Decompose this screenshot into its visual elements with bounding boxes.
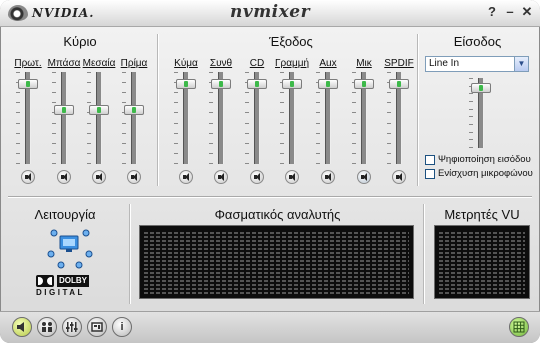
dolby-digital-logo: DOLBY DIGITAL [36,275,100,299]
mute-speaker-icon[interactable] [92,170,106,184]
mute-speaker-icon[interactable] [214,170,228,184]
main-section-title: Κύριο [63,34,97,49]
speaker-setup-button[interactable] [37,317,57,337]
mute-speaker-icon[interactable] [392,170,406,184]
checkbox-box[interactable] [425,154,435,165]
channel-label: Μεσαία [82,58,116,69]
info-icon: i [120,321,124,333]
analyzer-section-title: Φασματικός αναλυτής [214,207,341,222]
presets-button[interactable] [87,317,107,337]
mute-speaker-icon[interactable] [127,170,141,184]
mute-speaker-icon[interactable] [179,170,193,184]
output-section-title: Έξοδος [269,34,313,49]
help-button[interactable]: ? [484,4,500,20]
input-section-title: Είσοδος [453,34,502,49]
mute-speaker-icon[interactable] [285,170,299,184]
mic-boost-label: Ενίσχυση μικροφώνου [438,168,533,179]
dolby-digital-word: DIGITAL [36,288,85,297]
slider-ticks [52,72,57,164]
presets-icon [91,322,103,332]
slider-ticks [122,72,127,164]
input-level-thumb[interactable] [471,83,491,93]
mic-boost-checkbox[interactable]: Ενίσχυση μικροφώνου [425,168,533,180]
channel-label: Συνθ [209,58,233,69]
minimize-button[interactable]: – [502,4,518,20]
mute-speaker-icon[interactable] [357,170,371,184]
channel-label: Κύμα [174,58,198,69]
input-source-select[interactable]: Line In ▼ [425,56,529,72]
slider-thumb[interactable] [89,105,109,115]
slider-thumb[interactable] [318,79,338,89]
section-divider [424,204,425,304]
mute-speaker-icon[interactable] [321,170,335,184]
app-title: nvmixer [229,2,311,22]
mode-section-title: Λειτουργία [34,207,96,222]
horizontal-divider [8,196,532,197]
slider-ticks [87,72,92,164]
slider-track[interactable] [96,72,102,164]
slider-thumb[interactable] [211,79,231,89]
spectrum-analyzer-display [139,225,414,299]
equalizer-icon [66,322,78,332]
slider-track[interactable] [61,72,67,164]
vu-meter-display [434,225,530,299]
slider-thumb[interactable] [176,79,196,89]
nvmixer-window: NVIDIA. nvmixer ? – ✕ Κύριο Πρωτ. Μπάσα Με… [0,0,540,343]
close-button[interactable]: ✕ [519,4,535,20]
slider-thumb[interactable] [124,105,144,115]
channel-label: CD [249,58,265,69]
input-source-value: Line In [429,58,460,69]
slider-thumb[interactable] [389,79,409,89]
people-icon [42,322,52,332]
mute-speaker-icon[interactable] [21,170,35,184]
section-divider [158,34,159,186]
speaker-icon [17,322,24,332]
digitize-input-checkbox[interactable]: Ψηφιοποίηση εισόδου [425,154,531,166]
mute-speaker-icon[interactable] [57,170,71,184]
channel-label: Μπάσα [47,58,81,69]
slider-thumb[interactable] [282,79,302,89]
bottom-toolbar: i [0,311,540,343]
section-divider [418,34,419,186]
channel-label: SPDIF [384,58,414,69]
slider-thumb[interactable] [54,105,74,115]
slider-track[interactable] [131,72,137,164]
info-button[interactable]: i [112,317,132,337]
checkbox-box[interactable] [425,168,435,179]
mute-speaker-icon[interactable] [250,170,264,184]
section-divider [130,204,131,304]
mixer-view-button[interactable] [12,317,32,337]
channel-label: Aux [319,58,337,69]
vu-bars [439,230,525,294]
chevron-down-icon[interactable]: ▼ [514,57,528,71]
slider-thumb[interactable] [354,79,374,89]
dolby-word: DOLBY [57,275,89,287]
title-bar[interactable]: NVIDIA. nvmixer ? – ✕ [0,0,540,27]
vu-section-title: Μετρητές VU [444,207,520,222]
dolby-double-d-icon [36,275,54,287]
grid-icon [513,321,525,333]
grid-view-button[interactable] [509,317,529,337]
slider-thumb[interactable] [247,79,267,89]
spectrum-bars [144,230,409,294]
channel-label: Πρωτ. [14,58,42,69]
digitize-input-label: Ψηφιοποίηση εισόδου [438,154,531,165]
slider-thumb[interactable] [18,79,38,89]
channel-label: Πρίμα [120,58,148,69]
equalizer-button[interactable] [62,317,82,337]
speaker-configuration-icon[interactable] [47,226,93,270]
channel-label: Γραμμή [275,58,310,69]
channel-label: Μικ [356,58,372,69]
